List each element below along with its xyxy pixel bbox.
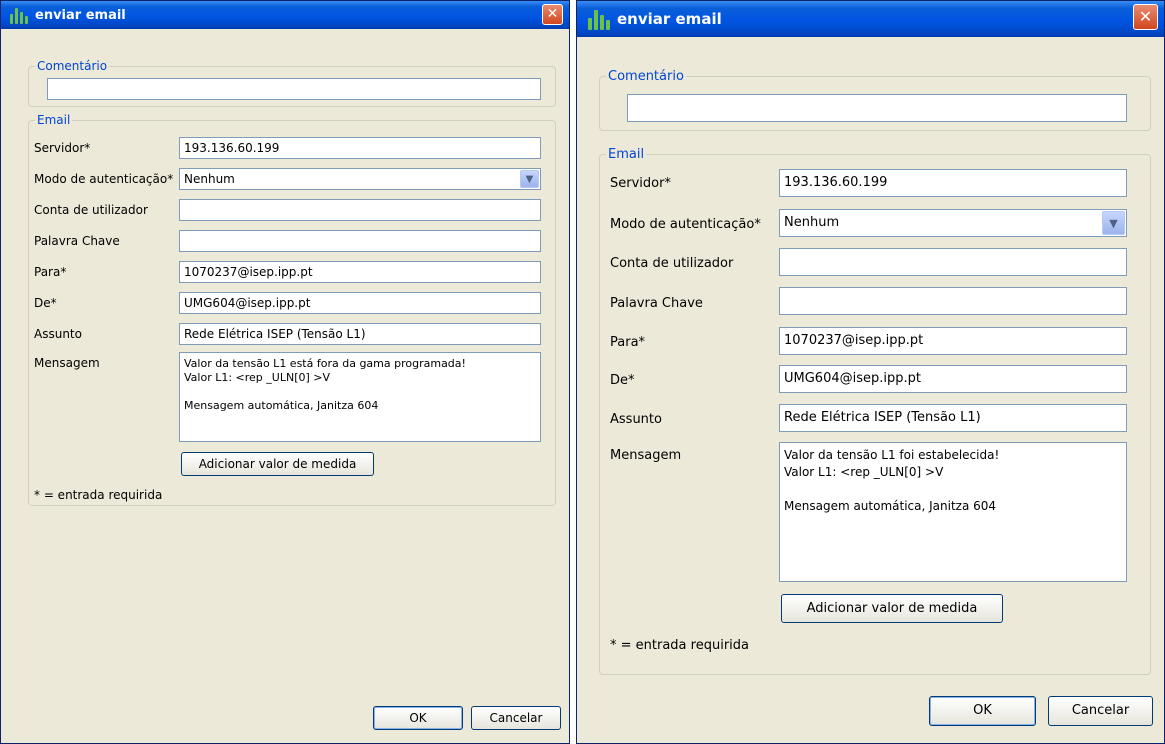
app-icon [9, 6, 29, 24]
chevron-down-icon[interactable]: ▼ [1102, 211, 1125, 235]
auth-mode-label: Modo de autenticação* [34, 172, 174, 186]
email-legend: Email [608, 147, 645, 162]
email-dialog-right: enviar email ✕ Comentário Email Servidor… [576, 0, 1165, 744]
close-icon[interactable]: ✕ [1133, 4, 1158, 30]
auth-mode-select[interactable]: Nenhum ▼ [179, 168, 541, 190]
chevron-down-icon[interactable]: ▼ [520, 170, 539, 188]
comment-legend: Comentário [608, 69, 684, 84]
title-bar[interactable]: enviar email ✕ [1, 1, 569, 29]
server-label: Servidor* [34, 141, 91, 155]
cancel-button[interactable]: Cancelar [1048, 696, 1153, 726]
title-bar[interactable]: enviar email ✕ [577, 1, 1164, 37]
from-input[interactable]: UMG604@isep.ipp.pt [179, 292, 541, 314]
comment-legend: Comentário [37, 59, 108, 73]
required-note: * = entrada requirida [34, 488, 163, 502]
server-label: Servidor* [610, 176, 671, 191]
from-label: De* [610, 373, 635, 388]
auth-mode-select[interactable]: Nenhum ▼ [779, 209, 1127, 237]
subject-label: Assunto [610, 412, 662, 427]
ok-button[interactable]: OK [373, 706, 463, 730]
password-label: Palavra Chave [610, 296, 703, 311]
subject-input[interactable]: Rede Elétrica ISEP (Tensão L1) [179, 323, 541, 345]
subject-label: Assunto [34, 327, 82, 341]
close-icon[interactable]: ✕ [542, 4, 563, 25]
to-input[interactable]: 1070237@isep.ipp.pt [779, 327, 1127, 355]
message-textarea[interactable]: Valor da tensão L1 foi estabelecida! Val… [779, 442, 1127, 582]
add-measurement-button[interactable]: Adicionar valor de medida [181, 452, 374, 476]
email-dialog-left: enviar email ✕ Comentário Email Servidor… [0, 0, 570, 744]
app-icon [587, 8, 611, 30]
cancel-button[interactable]: Cancelar [471, 706, 561, 730]
account-label: Conta de utilizador [610, 256, 734, 271]
comment-input[interactable] [627, 94, 1127, 122]
required-note: * = entrada requirida [610, 638, 749, 653]
comment-input[interactable] [47, 78, 541, 100]
window-title: enviar email [35, 7, 126, 23]
email-legend: Email [37, 113, 71, 127]
account-label: Conta de utilizador [34, 203, 148, 217]
from-label: De* [34, 296, 57, 310]
auth-mode-value: Nenhum [184, 172, 235, 186]
to-input[interactable]: 1070237@isep.ipp.pt [179, 261, 541, 283]
password-input[interactable] [179, 230, 541, 252]
password-label: Palavra Chave [34, 234, 120, 248]
message-label: Mensagem [34, 356, 100, 370]
account-input[interactable] [779, 248, 1127, 276]
from-input[interactable]: UMG604@isep.ipp.pt [779, 365, 1127, 393]
window-title: enviar email [617, 10, 722, 28]
to-label: Para* [34, 265, 67, 279]
to-label: Para* [610, 335, 646, 350]
ok-button[interactable]: OK [929, 696, 1036, 726]
auth-mode-label: Modo de autenticação* [610, 217, 761, 232]
add-measurement-button[interactable]: Adicionar valor de medida [781, 594, 1003, 623]
message-textarea[interactable]: Valor da tensão L1 está fora da gama pro… [179, 352, 541, 442]
password-input[interactable] [779, 287, 1127, 315]
account-input[interactable] [179, 199, 541, 221]
server-input[interactable]: 193.136.60.199 [779, 169, 1127, 197]
message-label: Mensagem [610, 448, 682, 463]
auth-mode-value: Nenhum [784, 215, 840, 230]
server-input[interactable]: 193.136.60.199 [179, 137, 541, 159]
subject-input[interactable]: Rede Elétrica ISEP (Tensão L1) [779, 404, 1127, 432]
